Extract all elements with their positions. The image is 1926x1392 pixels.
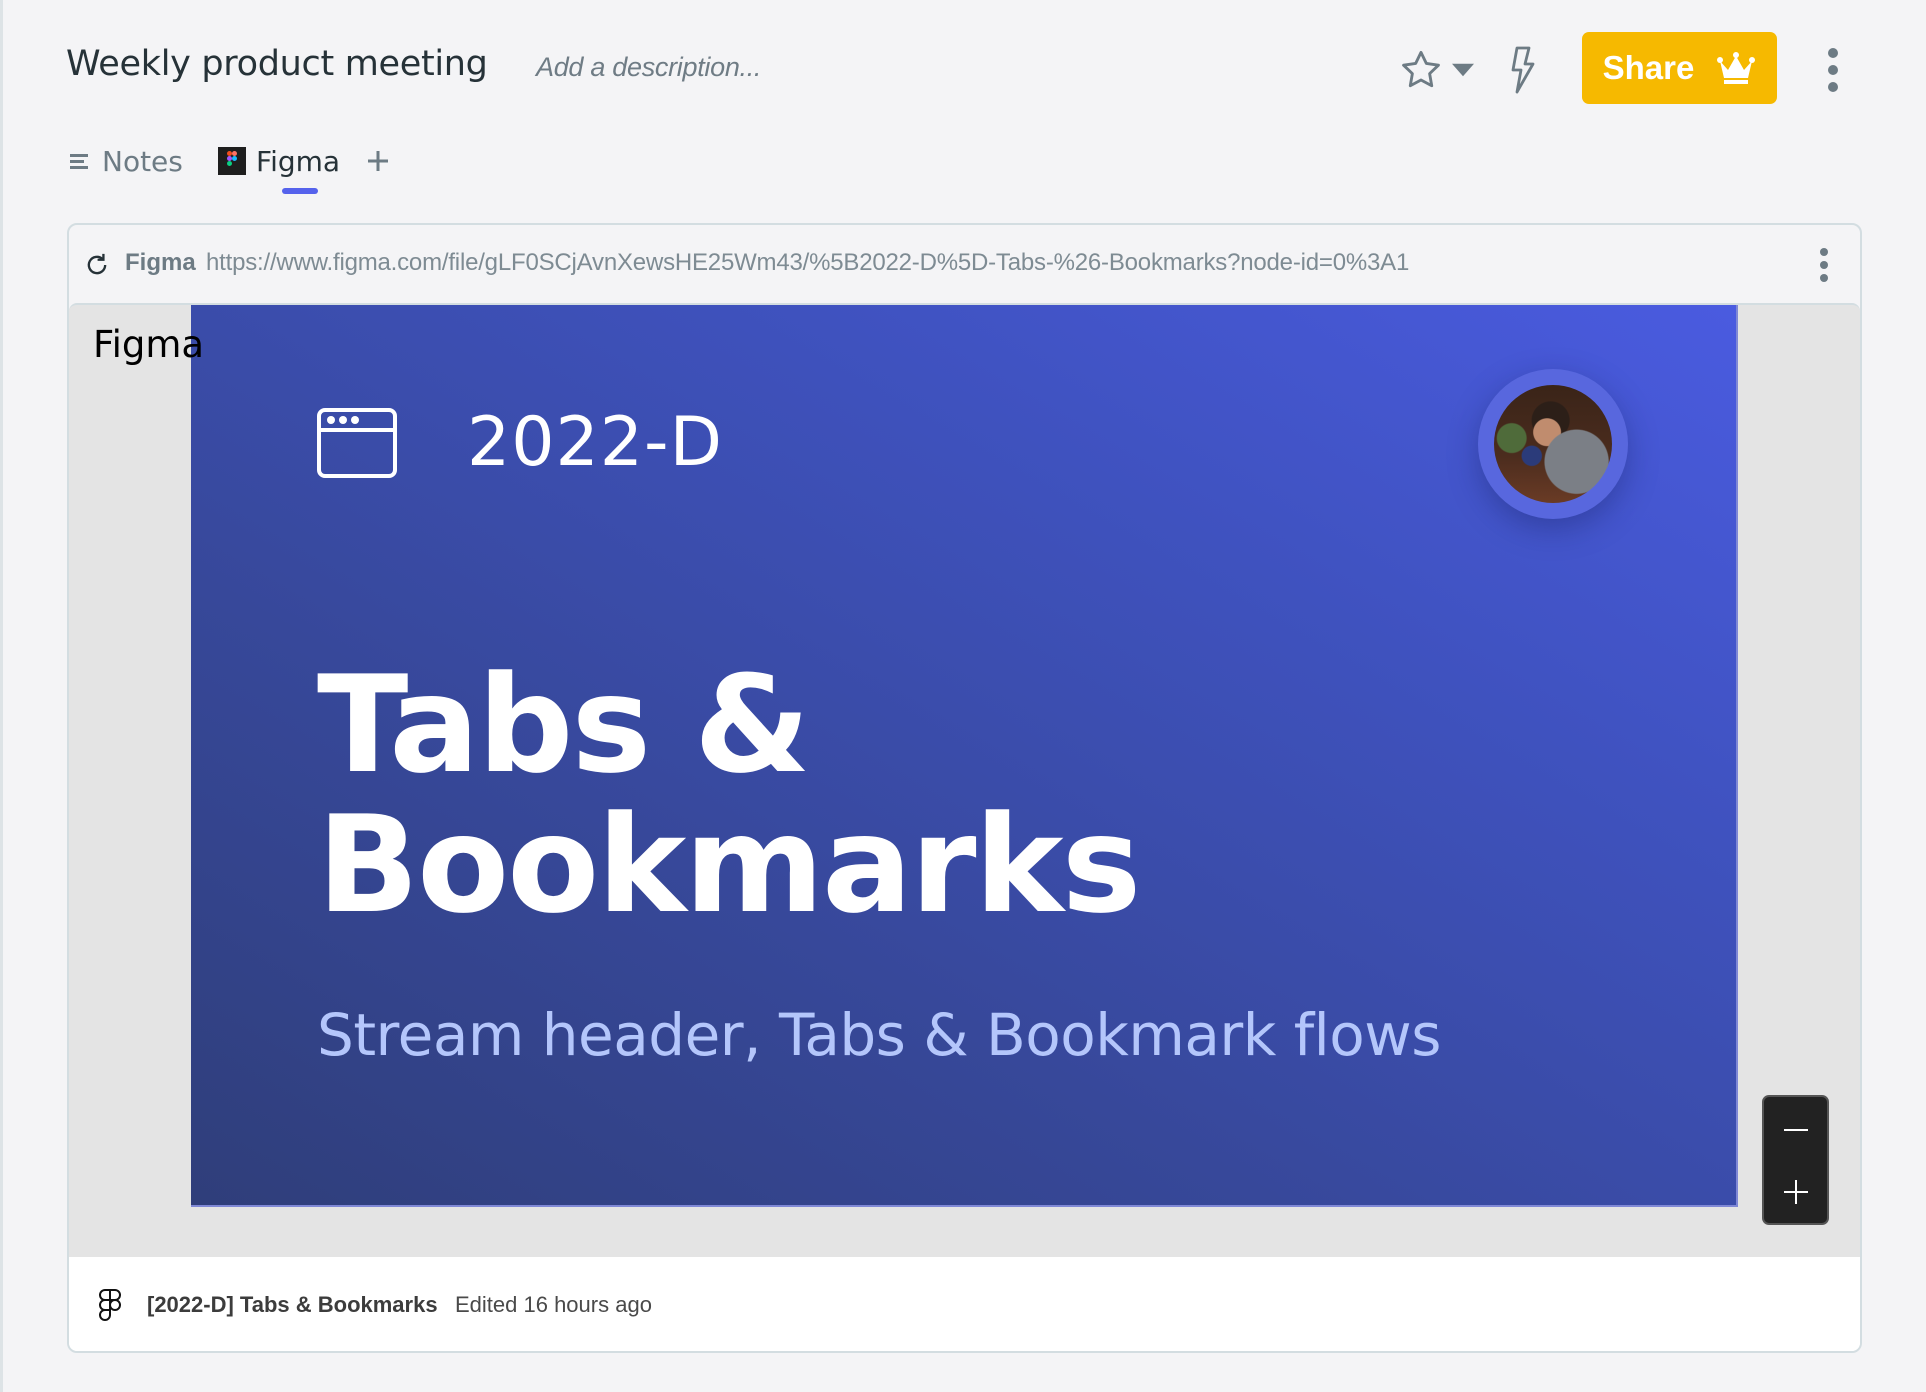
caret-down-icon[interactable] (1452, 63, 1474, 77)
slide-title-line: Tabs & (317, 647, 811, 803)
zoom-out-button[interactable] (1764, 1099, 1827, 1161)
active-tab-indicator (282, 188, 318, 194)
file-name[interactable]: [2022-D] Tabs & Bookmarks (147, 1292, 438, 1318)
plus-icon (368, 151, 388, 171)
figma-logo-icon (218, 147, 246, 175)
kebab-dot (1828, 82, 1838, 92)
description-input[interactable]: Add a description... (536, 52, 761, 83)
embed-source: Figma (125, 249, 196, 276)
minus-icon (1783, 1129, 1808, 1131)
figma-frame[interactable]: 2022-D Tabs & Bookmarks Stream header, T… (191, 305, 1738, 1207)
share-label: Share (1602, 49, 1695, 86)
left-panel-divider (0, 0, 3, 1392)
kebab-dot (1820, 274, 1828, 282)
add-tab-button[interactable] (366, 140, 390, 182)
embed-url[interactable]: https://www.figma.com/file/gLF0SCjAvnXew… (206, 249, 1409, 277)
embed-header: Figma https://www.figma.com/file/gLF0SCj… (69, 225, 1860, 305)
embed-more-button[interactable] (1814, 247, 1834, 283)
browser-window-icon (317, 408, 397, 478)
tab-figma[interactable]: Figma (218, 140, 340, 182)
viewer-label: Figma (93, 323, 205, 366)
plus-icon (1783, 1180, 1808, 1204)
page-more-button[interactable] (1818, 46, 1848, 94)
kebab-dot (1828, 48, 1838, 58)
star-outline-icon (1402, 50, 1440, 88)
figma-embed-card: Figma https://www.figma.com/file/gLF0SCj… (67, 223, 1862, 1353)
page-title[interactable]: Weekly product meeting (66, 44, 488, 84)
kebab-dot (1820, 248, 1828, 256)
kebab-dot (1820, 261, 1828, 269)
tab-label: Figma (256, 144, 341, 178)
crown-icon (1717, 52, 1756, 84)
slide-title-line: Bookmarks (317, 787, 1141, 943)
avatar-ring (1478, 369, 1628, 519)
slide-subtitle: Stream header, Tabs & Bookmark flows (317, 1001, 1441, 1069)
slide-title: Tabs & Bookmarks (317, 647, 1141, 943)
refresh-icon[interactable] (83, 251, 111, 279)
zoom-in-button[interactable] (1764, 1161, 1827, 1223)
figma-mono-icon (99, 1289, 121, 1321)
tab-notes[interactable]: Notes (70, 140, 183, 182)
figma-viewer[interactable]: Figma 2022-D Tabs & Bookmarks Stream hea… (69, 303, 1860, 1257)
lightning-icon (1511, 46, 1535, 94)
edited-timestamp: Edited 16 hours ago (455, 1292, 652, 1317)
avatar (1494, 385, 1612, 503)
kebab-dot (1828, 65, 1838, 75)
embed-footer: [2022-D] Tabs & Bookmarks Edited 16 hour… (69, 1257, 1860, 1351)
zoom-controls (1762, 1095, 1829, 1225)
favorite-button[interactable] (1398, 46, 1480, 94)
slide-code: 2022-D (467, 403, 723, 482)
tab-label: Notes (102, 144, 183, 178)
automation-button[interactable] (1508, 46, 1548, 94)
notes-lines-icon (70, 154, 88, 169)
share-button[interactable]: Share (1582, 32, 1777, 104)
